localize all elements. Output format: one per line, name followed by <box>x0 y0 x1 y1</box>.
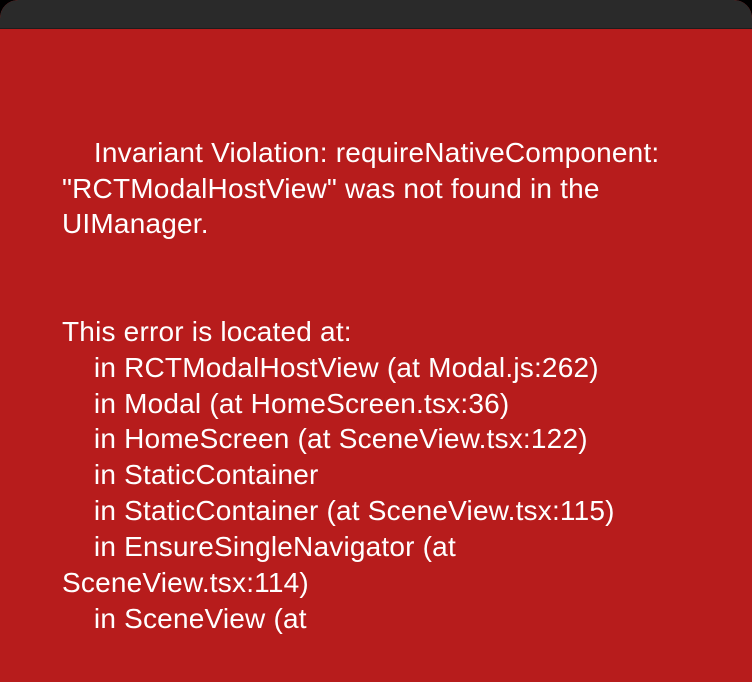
error-message: Invariant Violation: requireNativeCompon… <box>62 137 667 240</box>
stack-frame: in EnsureSingleNavigator (at SceneView.t… <box>62 529 690 601</box>
stack-frame: in RCTModalHostView (at Modal.js:262) <box>62 350 690 386</box>
stack-frame: in SceneView (at <box>62 601 690 637</box>
error-redbox: Invariant Violation: requireNativeCompon… <box>0 29 752 682</box>
window-titlebar[interactable] <box>0 0 752 29</box>
stack-frame: in Modal (at HomeScreen.tsx:36) <box>62 386 690 422</box>
stack-frame: in HomeScreen (at SceneView.tsx:122) <box>62 421 690 457</box>
error-window: Invariant Violation: requireNativeCompon… <box>0 0 752 682</box>
error-located-heading: This error is located at: <box>62 316 352 347</box>
error-stack: in RCTModalHostView (at Modal.js:262) in… <box>62 350 690 637</box>
stack-frame: in StaticContainer (at SceneView.tsx:115… <box>62 493 690 529</box>
stack-frame: in StaticContainer <box>62 457 690 493</box>
